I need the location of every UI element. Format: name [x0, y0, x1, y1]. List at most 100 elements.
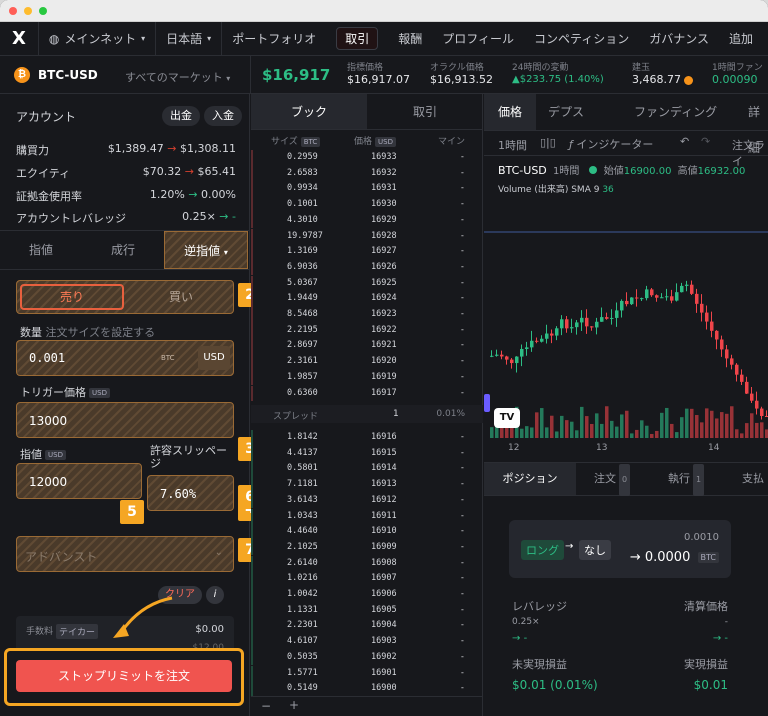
nav-rewards[interactable]: 報酬: [388, 22, 432, 56]
orderbook-row[interactable]: 7.1181 16913 -: [251, 477, 483, 493]
orderbook-row[interactable]: 0.6360 16917 -: [251, 385, 483, 402]
slippage-field[interactable]: 7.60%: [147, 475, 234, 511]
orderbook-row[interactable]: 1.0216 16907 -: [251, 571, 483, 587]
candle-type-icon[interactable]: ▯|▯: [540, 136, 556, 149]
tab-stop-limit[interactable]: 逆指値 ▾: [164, 231, 248, 269]
nav-trade[interactable]: 取引: [326, 22, 388, 56]
fee-value: $0.00: [195, 624, 224, 635]
nav-governance[interactable]: ガバナンス: [639, 22, 719, 56]
candle-body: [565, 319, 569, 329]
chart-handle[interactable]: [484, 394, 490, 412]
orderbook-row[interactable]: 0.9934 16931 -: [251, 181, 483, 197]
orderbook-row[interactable]: 0.1001 16930 -: [251, 197, 483, 213]
buy-button[interactable]: 買い: [129, 284, 233, 310]
orderbook-row[interactable]: 1.0343 16911 -: [251, 508, 483, 525]
volume-bar: [575, 430, 579, 438]
advanced-dropdown[interactable]: アドバンスト ⌄: [16, 536, 234, 572]
orderbook-row[interactable]: 4.4640 16910 -: [251, 524, 483, 540]
tab-details[interactable]: 詳細: [748, 94, 768, 155]
sell-button[interactable]: 売り: [20, 284, 124, 310]
nav-more[interactable]: 追加: [719, 22, 763, 56]
logo[interactable]: X: [0, 22, 38, 56]
orderbook-row[interactable]: 1.9857 16919 -: [251, 369, 483, 386]
orderbook-row[interactable]: 1.9449 16924 -: [251, 291, 483, 307]
limit-price-field[interactable]: 12000: [16, 463, 142, 499]
orderbook-row[interactable]: 0.5149 16900 -: [251, 681, 483, 697]
orderbook-row[interactable]: 1.1331 16905 -: [251, 602, 483, 619]
language-selector[interactable]: 日本語 ▾: [156, 22, 221, 56]
orderbook-row[interactable]: 1.3169 16927 -: [251, 244, 483, 260]
minimize-window-button[interactable]: [24, 7, 32, 15]
tab-trades[interactable]: 取引: [367, 94, 483, 130]
tab-market[interactable]: 成行: [82, 231, 164, 269]
orderbook-row[interactable]: 4.4137 16915 -: [251, 445, 483, 462]
orderbook-row[interactable]: 2.1025 16909 -: [251, 539, 483, 556]
undo-icon[interactable]: ↶: [680, 135, 689, 148]
deposit-button[interactable]: 入金: [204, 106, 242, 126]
amount-field[interactable]: 0.001 BTC USD: [16, 340, 234, 376]
orderbook-row[interactable]: 3.6143 16912 -: [251, 492, 483, 509]
orderbook-row[interactable]: 2.2195 16922 -: [251, 322, 483, 339]
function-icon: ƒ: [569, 138, 573, 151]
withdraw-button[interactable]: 出金: [162, 106, 200, 126]
limit-label: 指値 USD: [20, 446, 66, 462]
orderbook-row[interactable]: 1.0042 16906 -: [251, 587, 483, 603]
leverage-value: 0.25×: [512, 617, 540, 627]
candle-body: [620, 300, 624, 311]
row-price: 16912: [371, 494, 397, 505]
close-window-button[interactable]: [9, 7, 17, 15]
candle-body: [755, 400, 759, 409]
callout-arrow: [113, 596, 173, 638]
orderbook-row[interactable]: 19.9787 16928 -: [251, 228, 483, 245]
row-price: 16908: [371, 557, 397, 568]
tab-payments[interactable]: 支払: [742, 463, 764, 495]
trigger-price-field[interactable]: 13000: [16, 402, 234, 438]
zoom-in-button[interactable]: +: [289, 698, 299, 712]
orderbook-row[interactable]: 0.5035 16902 -: [251, 649, 483, 666]
row-mine: -: [459, 387, 465, 398]
volume-bar: [690, 408, 694, 438]
orderbook-row[interactable]: 8.5468 16923 -: [251, 307, 483, 323]
market-symbol[interactable]: BTC-USD: [38, 68, 98, 82]
info-icon[interactable]: i: [206, 586, 224, 604]
orderbook-row[interactable]: 1.8142 16916 -: [251, 430, 483, 446]
price-chart[interactable]: [484, 206, 768, 456]
tab-orders[interactable]: 注文 0: [594, 463, 631, 496]
orderbook-row[interactable]: 2.6140 16908 -: [251, 555, 483, 572]
all-markets-selector[interactable]: すべてのマーケット ▾: [125, 69, 230, 85]
orderbook-row[interactable]: 2.3161 16920 -: [251, 354, 483, 370]
tab-depth[interactable]: デプス: [548, 94, 584, 130]
nav-competition[interactable]: コンペティション: [524, 22, 639, 56]
nav-portfolio[interactable]: ポートフォリオ: [222, 22, 326, 56]
tab-price[interactable]: 価格: [484, 94, 536, 130]
submit-order-button[interactable]: ストップリミットを注文: [16, 660, 232, 692]
orderbook-row[interactable]: 2.8697 16921 -: [251, 338, 483, 354]
orderbook-row[interactable]: 4.3010 16929 -: [251, 212, 483, 229]
orderbook-row[interactable]: 2.2301 16904 -: [251, 618, 483, 634]
orderbook-row[interactable]: 6.9036 16926 -: [251, 259, 483, 276]
tab-fills[interactable]: 執行 1: [668, 463, 705, 496]
redo-icon[interactable]: ↷: [701, 135, 710, 148]
volume-bar: [700, 422, 704, 438]
orderbook-row[interactable]: 0.5801 16914 -: [251, 461, 483, 477]
tab-positions[interactable]: ポジション: [484, 463, 576, 495]
row-size: 6.9036: [287, 261, 318, 272]
interval-selector[interactable]: 1時間: [498, 137, 527, 153]
stat-value: $16,913.52: [430, 73, 493, 86]
zoom-out-button[interactable]: −: [261, 699, 271, 713]
tab-book[interactable]: ブック: [251, 94, 367, 130]
orderbook-row[interactable]: 1.5771 16901 -: [251, 665, 483, 682]
tab-limit[interactable]: 指値: [0, 231, 82, 269]
orderbook-row[interactable]: 0.2959 16933 -: [251, 150, 483, 166]
amount-unit-toggle[interactable]: USD: [198, 346, 230, 370]
nav-profile[interactable]: プロフィール: [432, 22, 524, 56]
network-selector[interactable]: ◍ メインネット ▾: [39, 22, 155, 56]
volume-bar: [735, 429, 739, 438]
orderbook-row[interactable]: 2.6583 16932 -: [251, 165, 483, 182]
orderbook-row[interactable]: 4.6107 16903 -: [251, 634, 483, 650]
maximize-window-button[interactable]: [39, 7, 47, 15]
position-card[interactable]: ロング → なし 0.0010 → 0.0000 BTC: [509, 520, 731, 578]
indicator-button[interactable]: ƒ インジケーター: [569, 136, 653, 152]
tab-funding[interactable]: ファンディング: [634, 94, 717, 130]
orderbook-row[interactable]: 5.0367 16925 -: [251, 275, 483, 292]
